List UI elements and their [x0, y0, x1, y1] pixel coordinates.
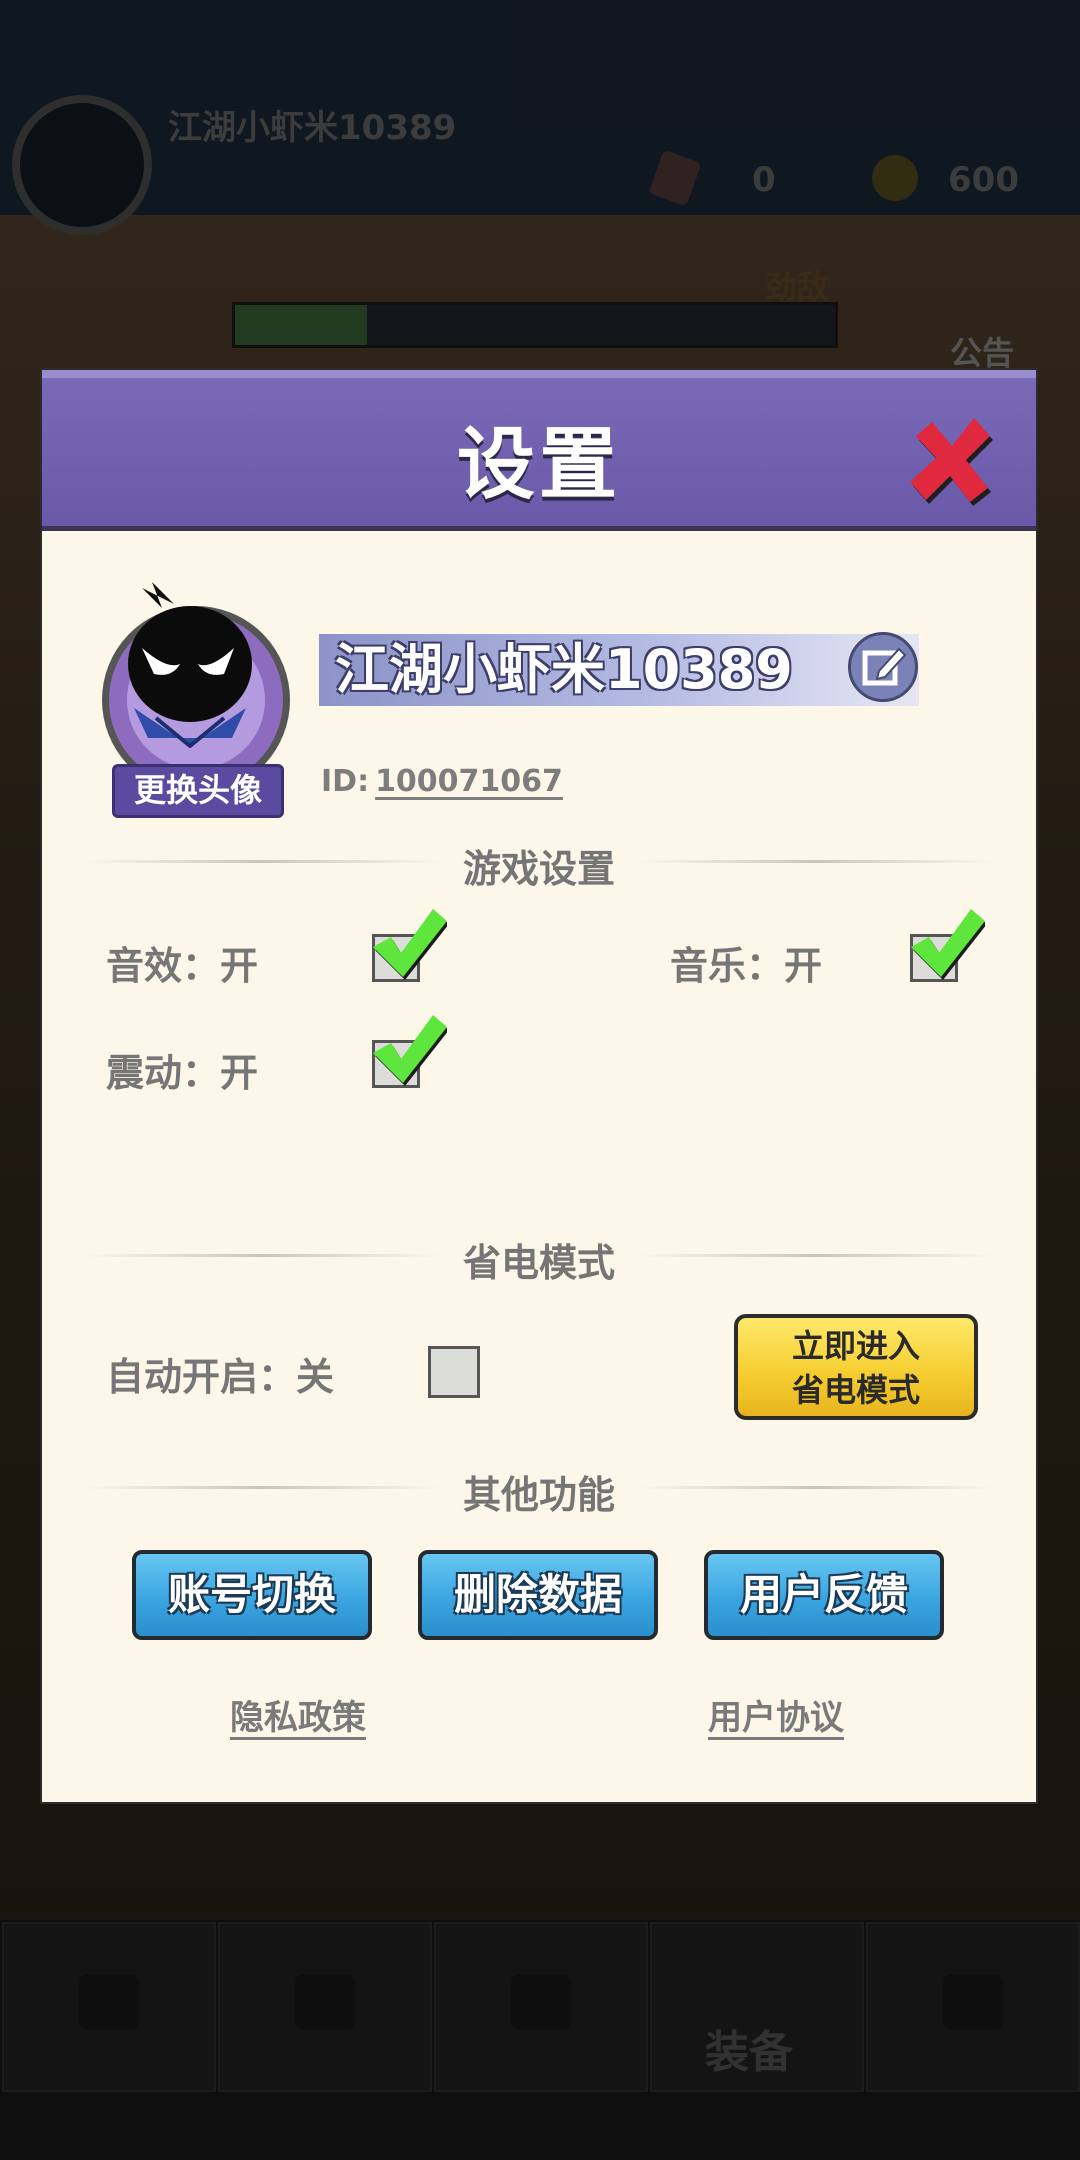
- enter-power-saving-line2: 省电模式: [791, 1371, 920, 1409]
- privacy-policy-link[interactable]: 隐私政策: [230, 1690, 366, 1739]
- change-avatar-button[interactable]: 更换头像: [112, 764, 284, 818]
- player-name-text: 江湖小虾米10389: [335, 638, 793, 701]
- section-title-other: 其他功能: [462, 1473, 615, 1517]
- checkmark-icon: [911, 909, 985, 980]
- divider: [636, 1254, 996, 1257]
- player-name-field: 江湖小虾米10389: [319, 634, 919, 706]
- id-label: ID:: [321, 764, 370, 799]
- player-id: ID: 100071067: [321, 764, 563, 799]
- user-agreement-link[interactable]: 用户协议: [708, 1690, 844, 1739]
- section-title-power-saving: 省电模式: [462, 1241, 615, 1285]
- vibration-checkbox[interactable]: [372, 1015, 447, 1088]
- edit-icon: [862, 647, 907, 686]
- divider: [636, 1486, 996, 1489]
- sound-checkbox[interactable]: [372, 909, 447, 982]
- dialog-title: 设置: [456, 420, 621, 510]
- music-checkbox[interactable]: [910, 909, 985, 982]
- sound-label: 音效：开: [106, 944, 259, 988]
- id-value[interactable]: 100071067: [375, 764, 563, 799]
- auto-power-saving-checkbox[interactable]: [428, 1346, 480, 1398]
- checkmark-icon: [373, 909, 447, 980]
- auto-power-saving-label: 自动开启：关: [106, 1355, 335, 1399]
- section-title-game-settings: 游戏设置: [462, 847, 615, 891]
- user-feedback-button[interactable]: 用户反馈: [704, 1550, 944, 1640]
- edit-name-button[interactable]: [848, 632, 918, 702]
- settings-dialog: 设置 更换头像 江湖小虾米10389 ID: 100071067 游戏设置 音效…: [42, 370, 1036, 1802]
- divider: [636, 860, 996, 863]
- ninja-avatar-icon: [128, 582, 252, 748]
- music-label: 音乐：开: [670, 944, 823, 988]
- close-x-icon: [910, 418, 993, 506]
- close-button[interactable]: [902, 410, 998, 506]
- enter-power-saving-button[interactable]: 立即进入 省电模式: [734, 1314, 978, 1420]
- checkmark-icon: [373, 1015, 447, 1086]
- enter-power-saving-line1: 立即进入: [791, 1327, 920, 1365]
- profile-avatar[interactable]: [94, 570, 294, 794]
- switch-account-button[interactable]: 账号切换: [132, 1550, 372, 1640]
- vibration-label: 震动：开: [106, 1051, 259, 1095]
- delete-data-button[interactable]: 删除数据: [418, 1550, 658, 1640]
- dialog-header: 设置: [42, 370, 1036, 531]
